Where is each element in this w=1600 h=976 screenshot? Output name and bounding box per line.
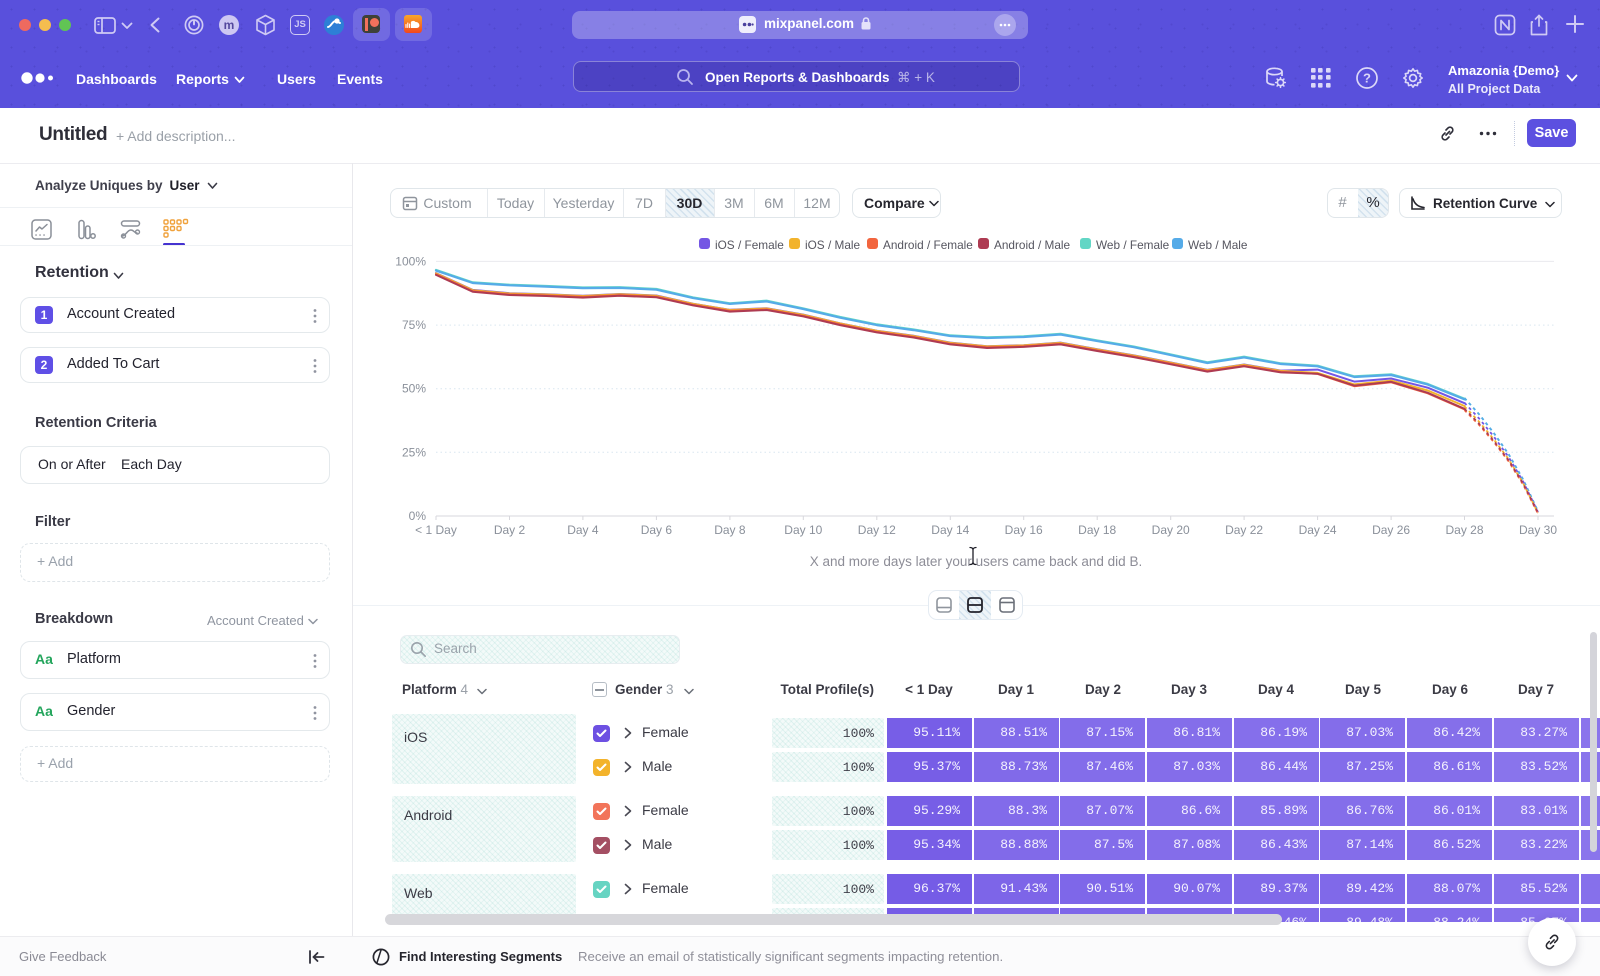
svg-text:Day 14: Day 14 bbox=[931, 523, 969, 537]
svg-text:50%: 50% bbox=[402, 382, 426, 396]
svg-text:Day 8: Day 8 bbox=[714, 523, 746, 537]
svg-text:Day 4: Day 4 bbox=[567, 523, 599, 537]
svg-text:Day 22: Day 22 bbox=[1225, 523, 1263, 537]
svg-text:?: ? bbox=[1363, 71, 1371, 86]
svg-text:100%: 100% bbox=[395, 255, 426, 268]
svg-text:Day 26: Day 26 bbox=[1372, 523, 1410, 537]
svg-text:Day 16: Day 16 bbox=[1005, 523, 1043, 537]
svg-text:Day 6: Day 6 bbox=[641, 523, 673, 537]
svg-text:Day 2: Day 2 bbox=[494, 523, 526, 537]
svg-text:Day 30: Day 30 bbox=[1519, 523, 1557, 537]
svg-text:Day 12: Day 12 bbox=[858, 523, 896, 537]
svg-text:Day 18: Day 18 bbox=[1078, 523, 1116, 537]
svg-text:0%: 0% bbox=[409, 509, 427, 523]
svg-text:Day 10: Day 10 bbox=[784, 523, 822, 537]
svg-text:75%: 75% bbox=[402, 318, 426, 332]
svg-text:< 1 Day: < 1 Day bbox=[415, 523, 457, 537]
svg-text:Day 28: Day 28 bbox=[1445, 523, 1483, 537]
svg-text:25%: 25% bbox=[402, 445, 426, 459]
svg-text:Day 20: Day 20 bbox=[1152, 523, 1190, 537]
svg-text:Day 24: Day 24 bbox=[1299, 523, 1337, 537]
